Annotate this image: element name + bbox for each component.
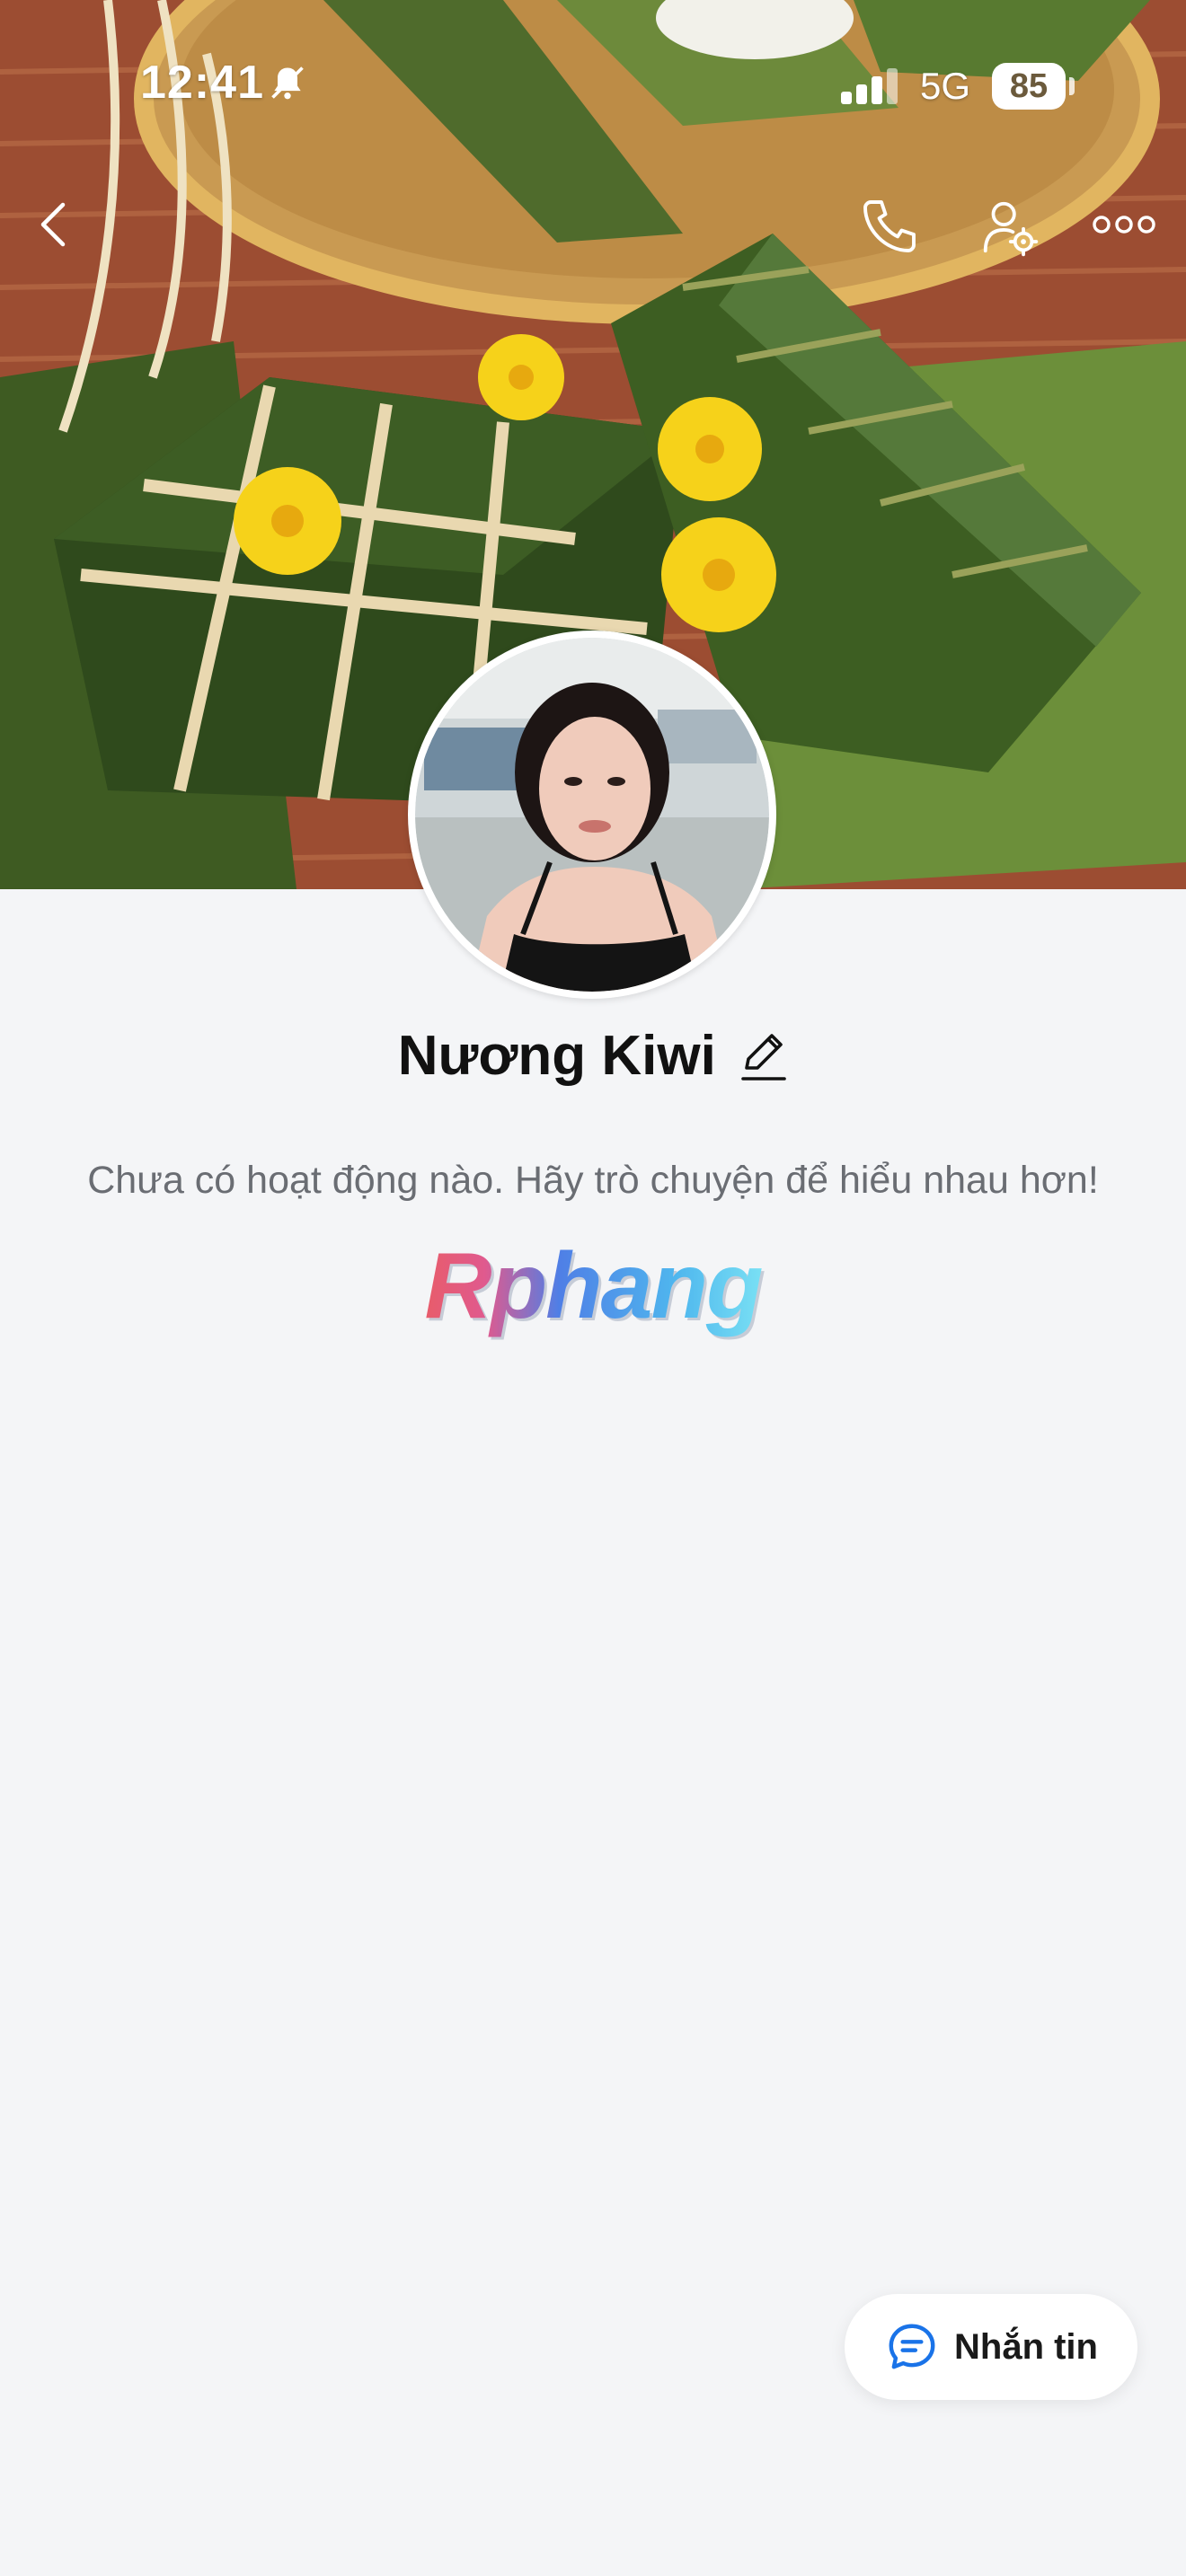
network-type: 5G	[920, 65, 971, 107]
watermark-logo: Rphang	[0, 1232, 1186, 1340]
watermark-text: Rphang	[424, 1234, 763, 1338]
empty-activity-text: Chưa có hoạt động nào. Hãy trò chuyện để…	[87, 1159, 1099, 1202]
status-time: 12:41	[140, 57, 264, 109]
user-settings-icon[interactable]	[978, 196, 1040, 259]
chat-bubble-icon	[889, 2324, 935, 2369]
more-icon[interactable]	[1093, 214, 1155, 235]
profile-name: Nương Kiwi	[397, 1025, 716, 1087]
message-button[interactable]: Nhắn tin	[845, 2294, 1137, 2400]
signal-icon	[841, 68, 898, 104]
avatar[interactable]	[408, 631, 776, 999]
bell-muted-icon	[271, 66, 304, 100]
message-button-label: Nhắn tin	[954, 2326, 1098, 2367]
profile-name-row: Nương Kiwi	[0, 1024, 1186, 1096]
battery-tip	[1069, 77, 1075, 95]
back-icon[interactable]	[32, 199, 77, 250]
avatar-photo	[415, 638, 769, 992]
edit-pencil-icon[interactable]	[739, 1028, 788, 1084]
battery-level: 85	[992, 63, 1066, 110]
phone-icon[interactable]	[857, 194, 922, 259]
